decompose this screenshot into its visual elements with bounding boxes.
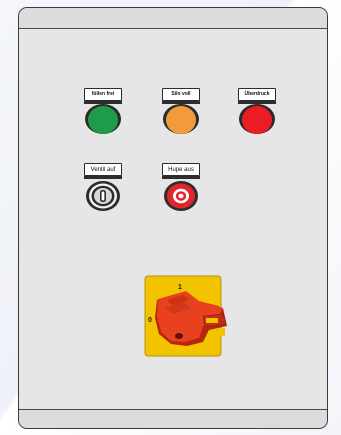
button-hupe-aus[interactable]: Hupe aus: [161, 163, 201, 211]
lamp-ueberdruck: Überdruck: [237, 88, 277, 138]
red-indicator-light: [242, 106, 272, 134]
cabinet-bottom-band: [19, 409, 327, 428]
label-plate: Silo voll: [162, 88, 200, 101]
key-switch-icon[interactable]: [85, 180, 121, 217]
lamp-label: füllen frei: [91, 91, 115, 97]
label-plate: füllen frei: [84, 88, 122, 101]
switch-position-off: 0: [148, 317, 152, 324]
cabinet-top-band: [19, 8, 327, 29]
page-canvas: füllen frei Silo voll Überdruck Ventil a…: [0, 0, 341, 435]
label-plate: Hupe aus: [162, 163, 200, 176]
label-plate: Überdruck: [238, 88, 276, 101]
orange-indicator-light: [166, 106, 196, 134]
switch-position-on: 1: [178, 284, 182, 291]
key-switch-ventil-auf[interactable]: Ventil auf: [83, 163, 123, 211]
label-plate: Ventil auf: [84, 163, 122, 176]
horn-button-icon[interactable]: [163, 180, 199, 217]
lamp-label: Silo voll: [171, 91, 191, 97]
main-rotary-switch[interactable]: 1 0: [131, 270, 239, 367]
control-cabinet: füllen frei Silo voll Überdruck Ventil a…: [18, 7, 328, 429]
horn-button-label: Hupe aus: [168, 166, 194, 173]
green-indicator-light: [88, 106, 118, 134]
lamp-fuellen-frei: füllen frei: [83, 88, 123, 138]
key-switch-label: Ventil auf: [90, 166, 116, 173]
lamp-silo-voll: Silo voll: [161, 88, 201, 138]
lamp-label: Überdruck: [244, 91, 270, 97]
